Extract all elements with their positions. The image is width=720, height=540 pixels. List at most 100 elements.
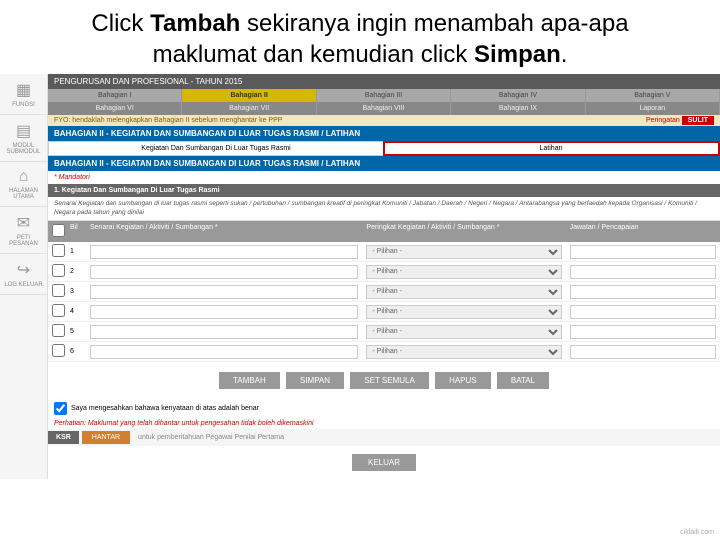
sidebar-icon: ↪: [2, 260, 45, 280]
peringkat-select[interactable]: - Pilihan -: [366, 305, 561, 319]
subtab-kegiatan[interactable]: Kegiatan Dan Sumbangan Di Luar Tugas Ras…: [49, 142, 384, 155]
sidebar-label: FUNGSI: [12, 102, 35, 108]
tab-bahagian-ii[interactable]: Bahagian II: [182, 89, 316, 102]
tab-bahagian-v[interactable]: Bahagian V: [586, 89, 720, 102]
confirm-text: Saya mengesahkan bahawa kenyataan di ata…: [71, 405, 259, 412]
senarai-input[interactable]: [90, 345, 358, 359]
ksr-note: untuk pemberitahuan Pegawai Penilai Pert…: [138, 434, 284, 441]
keluar-button[interactable]: KELUAR: [352, 454, 416, 471]
jawatan-input[interactable]: [570, 305, 716, 319]
tab-bahagian-viii[interactable]: Bahagian VIII: [317, 102, 451, 115]
sidebar-item-1[interactable]: ▤ MODUL SUBMODUL: [0, 115, 47, 162]
table-header: Bil Senarai Kegiatan / Aktiviti / Sumban…: [48, 221, 720, 242]
fyo-text: FYO: hendaklah melengkapkan Bahagian II …: [54, 117, 282, 124]
sidebar-item-0[interactable]: ▦ FUNGSI: [0, 74, 47, 115]
sidebar-icon: ✉: [2, 213, 45, 233]
table-row: 4 - Pilihan -: [48, 302, 720, 322]
button-row: TAMBAH SIMPAN SET SEMULA HAPUS BATAL: [48, 362, 720, 399]
sidebar-item-4[interactable]: ↪ LOG KELUAR: [0, 254, 47, 295]
fyo-banner: FYO: hendaklah melengkapkan Bahagian II …: [48, 115, 720, 126]
table-row: 1 - Pilihan -: [48, 242, 720, 262]
mandatory-note: * Mandatori: [48, 171, 720, 184]
warning-text: Perhatian: Maklumat yang telah dihantar …: [48, 418, 720, 429]
sidebar-icon: ⌂: [2, 168, 45, 186]
subtabs: Kegiatan Dan Sumbangan Di Luar Tugas Ras…: [48, 141, 720, 156]
peringkat-select[interactable]: - Pilihan -: [366, 345, 561, 359]
description-text: Senarai Kegiatan dan sumbangan di luar t…: [48, 197, 720, 221]
peringkat-select[interactable]: - Pilihan -: [366, 285, 561, 299]
select-all-checkbox[interactable]: [52, 224, 65, 237]
batal-button[interactable]: BATAL: [497, 372, 549, 389]
sidebar-item-2[interactable]: ⌂ HALAMAN UTAMA: [0, 162, 47, 207]
tabs-row-2: Bahagian VIBahagian VIIBahagian VIIIBaha…: [48, 102, 720, 115]
ksr-label: KSR: [48, 431, 79, 444]
simpan-button[interactable]: SIMPAN: [286, 372, 344, 389]
jawatan-input[interactable]: [570, 325, 716, 339]
tab-bahagian-i[interactable]: Bahagian I: [48, 89, 182, 102]
row-checkbox[interactable]: [52, 264, 65, 277]
jawatan-input[interactable]: [570, 265, 716, 279]
col-jawatan: Jawatan / Pencapaian: [566, 221, 720, 242]
tambah-button[interactable]: TAMBAH: [219, 372, 280, 389]
tabs-row-1: Bahagian IBahagian IIBahagian IIIBahagia…: [48, 89, 720, 102]
row-bil: 4: [66, 306, 86, 317]
senarai-input[interactable]: [90, 265, 358, 279]
jawatan-input[interactable]: [570, 245, 716, 259]
senarai-input[interactable]: [90, 305, 358, 319]
app-title: PENGURUSAN DAN PROFESIONAL - TAHUN 2015: [48, 74, 720, 89]
subtab-latihan[interactable]: Latihan: [384, 142, 719, 155]
tab-bahagian-vii[interactable]: Bahagian VII: [182, 102, 316, 115]
tab-bahagian-vi[interactable]: Bahagian VI: [48, 102, 182, 115]
sidebar: ▦ FUNGSI ▤ MODUL SUBMODUL ⌂ HALAMAN UTAMA ✉ PET…: [0, 74, 48, 479]
tab-bahagian-iv[interactable]: Bahagian IV: [451, 89, 585, 102]
section-header: BAHAGIAN II - KEGIATAN DAN SUMBANGAN DI …: [48, 126, 720, 141]
sidebar-icon: ▦: [2, 80, 45, 100]
row-checkbox[interactable]: [52, 284, 65, 297]
ksr-row: KSR HANTAR untuk pemberitahuan Pegawai P…: [48, 429, 720, 446]
row-checkbox[interactable]: [52, 304, 65, 317]
confirm-checkbox[interactable]: [54, 402, 67, 415]
jawatan-input[interactable]: [570, 285, 716, 299]
col-bil: Bil: [66, 221, 86, 242]
tab-laporan[interactable]: Laporan: [586, 102, 720, 115]
subsection-header: 1. Kegiatan Dan Sumbangan Di Luar Tugas …: [48, 184, 720, 197]
peringkat-select[interactable]: - Pilihan -: [366, 325, 561, 339]
sidebar-icon: ▤: [2, 121, 45, 141]
row-checkbox[interactable]: [52, 244, 65, 257]
peringkat-select[interactable]: - Pilihan -: [366, 245, 561, 259]
peringkat-select[interactable]: - Pilihan -: [366, 265, 561, 279]
hantar-button[interactable]: HANTAR: [82, 431, 130, 444]
senarai-input[interactable]: [90, 285, 358, 299]
row-bil: 2: [66, 266, 86, 277]
sidebar-label: PETI PESANAN: [9, 235, 38, 247]
fyo-warning: Peringatan: [646, 117, 680, 124]
senarai-input[interactable]: [90, 245, 358, 259]
sidebar-label: HALAMAN UTAMA: [9, 188, 38, 200]
sidebar-label: MODUL SUBMODUL: [6, 143, 40, 155]
table-row: 6- Pilihan -: [48, 342, 720, 362]
sidebar-item-3[interactable]: ✉ PETI PESANAN: [0, 207, 47, 254]
instruction-text: Click Tambah sekiranya ingin menambah ap…: [0, 0, 720, 74]
row-bil: 5: [66, 326, 86, 337]
footer: KELUAR: [48, 446, 720, 479]
brand-watermark: ciklaili.com: [680, 529, 714, 536]
jawatan-input[interactable]: [570, 345, 716, 359]
tab-bahagian-iii[interactable]: Bahagian III: [317, 89, 451, 102]
table-row: 5 - Pilihan -: [48, 322, 720, 342]
sulit-badge: SULIT: [682, 116, 714, 125]
row-bil: 1: [66, 246, 86, 257]
row-checkbox[interactable]: [52, 324, 65, 337]
section-header-repeat: BAHAGIAN II - KEGIATAN DAN SUMBANGAN DI …: [48, 156, 720, 171]
confirm-row: Saya mengesahkan bahawa kenyataan di ata…: [48, 399, 720, 418]
table-row: 2 - Pilihan -: [48, 262, 720, 282]
row-bil: 3: [66, 286, 86, 297]
row-checkbox[interactable]: [52, 344, 65, 357]
hapus-button[interactable]: HAPUS: [435, 372, 491, 389]
senarai-input[interactable]: [90, 325, 358, 339]
set-semula-button[interactable]: SET SEMULA: [350, 372, 429, 389]
sidebar-label: LOG KELUAR: [4, 282, 42, 288]
tab-bahagian-ix[interactable]: Bahagian IX: [451, 102, 585, 115]
col-peringkat: Peringkat Kegiatan / Aktiviti / Sumbanga…: [362, 221, 565, 242]
col-senarai: Senarai Kegiatan / Aktiviti / Sumbangan …: [86, 221, 362, 242]
table-row: 3 - Pilihan -: [48, 282, 720, 302]
